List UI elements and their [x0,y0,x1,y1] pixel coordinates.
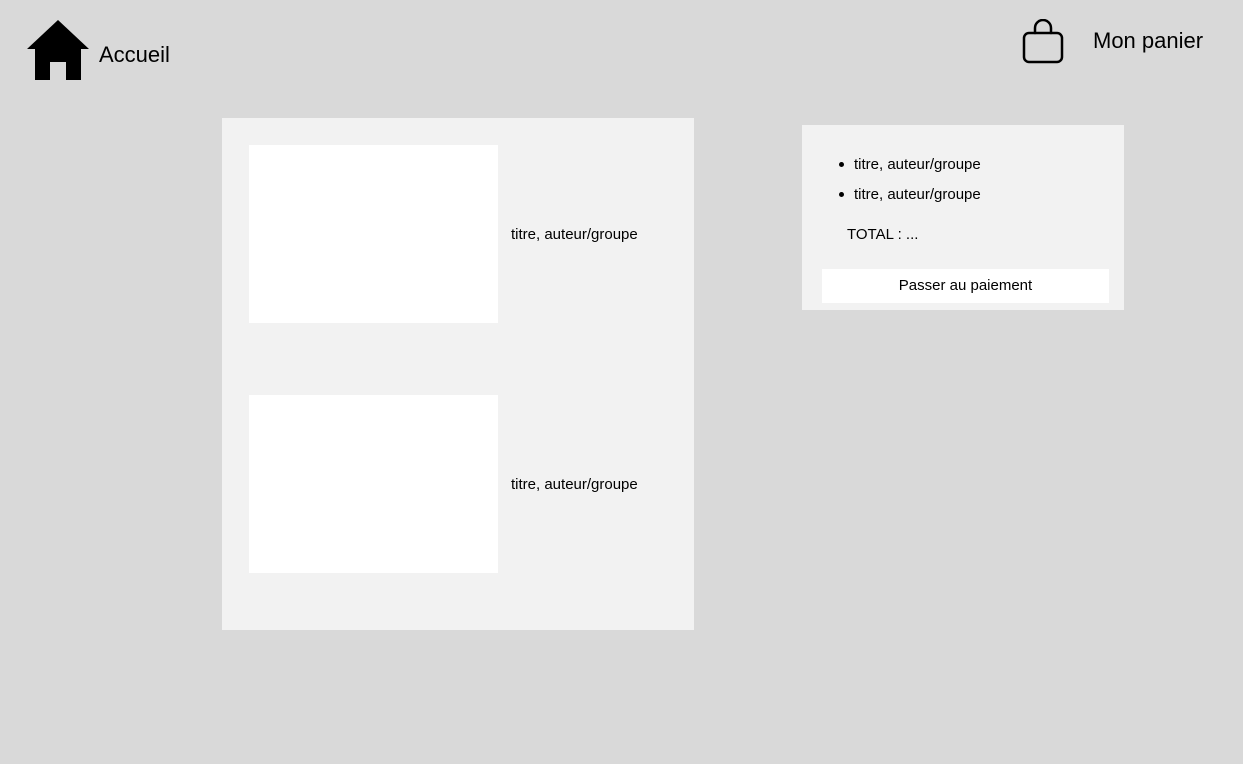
cart-item-label: titre, auteur/groupe [854,186,981,203]
product-title: titre, auteur/groupe [511,476,638,493]
product-item[interactable]: titre, auteur/groupe [249,395,689,573]
cart-item: titre, auteur/groupe [838,185,981,215]
product-image-placeholder[interactable] [249,395,498,573]
cart-item-label: titre, auteur/groupe [854,156,981,173]
shopping-bag-icon [1021,19,1065,65]
bullet-icon [839,192,844,197]
cart-total: TOTAL : ... [847,226,919,243]
cart-item: titre, auteur/groupe [838,155,981,185]
product-item[interactable]: titre, auteur/groupe [249,145,689,323]
cart-summary-panel: titre, auteur/groupe titre, auteur/group… [802,125,1124,310]
product-title: titre, auteur/groupe [511,226,638,243]
home-icon [27,20,89,80]
home-link[interactable]: Accueil [27,20,170,80]
bullet-icon [839,162,844,167]
product-image-placeholder[interactable] [249,145,498,323]
cart-item-list: titre, auteur/groupe titre, auteur/group… [838,155,981,215]
product-list-panel: titre, auteur/groupe titre, auteur/group… [222,118,694,630]
cart-link[interactable]: Mon panier [1021,19,1203,65]
home-label: Accueil [99,42,170,67]
checkout-button[interactable]: Passer au paiement [822,269,1109,303]
cart-label: Mon panier [1093,28,1204,53]
